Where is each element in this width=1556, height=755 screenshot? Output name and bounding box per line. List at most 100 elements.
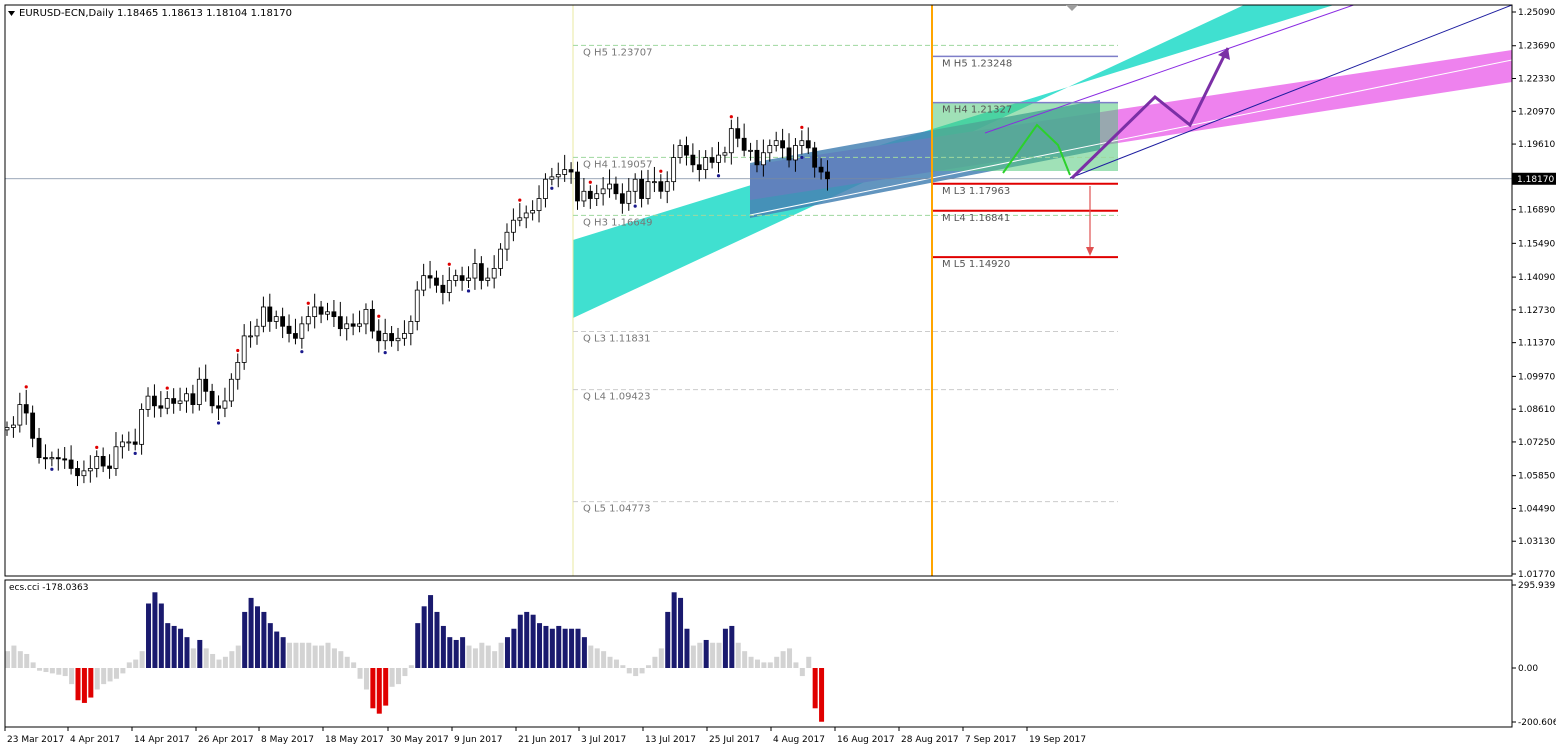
candle-body [587, 190, 593, 199]
candle-body [36, 437, 42, 458]
q-level-l3-label: Q L3 1.11831 [583, 334, 651, 345]
ohlc-values: 1.18465 1.18613 1.18104 1.18170 [117, 8, 292, 19]
fractal-down-marker [383, 351, 387, 355]
cci-bar [504, 637, 510, 668]
cci-bar [11, 645, 17, 668]
candle-body [446, 280, 452, 293]
cci-bar [94, 668, 100, 690]
q-level-l4-label: Q L4 1.09423 [583, 392, 651, 403]
candle-body [825, 171, 830, 180]
m-level-h4-label: M H4 1.21327 [942, 105, 1012, 116]
cci-bar [562, 628, 568, 668]
x-tick-label: 19 Sep 2017 [1029, 735, 1086, 745]
candle-body [594, 193, 600, 199]
candle-body [773, 140, 779, 146]
fractal-up-marker [306, 301, 310, 305]
candle-body [331, 311, 337, 318]
candle-body [228, 378, 234, 402]
cci-bar [761, 662, 767, 668]
candle-body [741, 137, 747, 151]
candle-body [696, 164, 702, 171]
cci-bar [370, 668, 376, 709]
candle-body [421, 275, 427, 291]
candle-body [395, 337, 401, 342]
candle-body [382, 333, 388, 342]
cci-bar [280, 637, 286, 668]
cci-bar [389, 668, 395, 687]
candle-body [402, 333, 407, 339]
fractal-down-marker [50, 467, 54, 471]
candle-body [241, 335, 247, 363]
q-level-h4-label: Q H4 1.19057 [583, 159, 652, 170]
candle-body [17, 404, 23, 426]
cci-bar [697, 642, 703, 668]
cci-bar [190, 648, 196, 668]
candle-body [658, 181, 664, 192]
y-tick-label: 1.20970 [1518, 107, 1555, 117]
x-tick-label: 8 May 2017 [261, 735, 314, 745]
cci-bar [447, 637, 453, 668]
candle-body [376, 330, 382, 342]
cci-bar [626, 668, 632, 674]
cci-bar [158, 603, 164, 668]
cci-bar [716, 642, 722, 668]
fractal-down-marker [466, 289, 471, 293]
cci-bar [312, 645, 318, 668]
cci-bar [453, 639, 459, 668]
fractal-down-marker [716, 174, 721, 178]
cci-bar [524, 611, 530, 668]
candle-body [677, 145, 683, 158]
candle-body [760, 152, 766, 166]
cci-bar [43, 668, 49, 673]
candle-body [684, 145, 689, 156]
cci-bar [678, 597, 684, 668]
m-level-l3-label: M L3 1.17963 [942, 186, 1010, 197]
cci-bar [428, 595, 434, 668]
candle-body [459, 275, 465, 281]
cci-bar [492, 651, 498, 668]
cci-bar [799, 668, 805, 677]
candle-body [440, 284, 446, 293]
cci-bar [466, 645, 472, 668]
candle-body [671, 157, 677, 183]
m-level-l4-label: M L4 1.16841 [942, 213, 1010, 224]
cci-bar [511, 628, 517, 668]
cci-bar [210, 653, 216, 668]
cci-bar [646, 665, 651, 668]
candle-body [812, 147, 818, 168]
fractal-up-marker [800, 125, 804, 129]
symbol-label[interactable]: EURUSD-ECN,Daily [19, 8, 114, 19]
candle-body [23, 404, 29, 414]
cci-bar [56, 668, 62, 675]
cci-tick-label: 295.9391 [1518, 581, 1556, 591]
cci-bar [543, 625, 549, 668]
candle-body [709, 157, 715, 163]
cci-bar [30, 662, 36, 668]
y-tick-label: 1.16890 [1518, 206, 1555, 216]
cci-bar [5, 651, 10, 668]
cci-bar [229, 651, 235, 668]
cci-bar [581, 637, 587, 668]
candle-body [805, 140, 811, 149]
candle-body [530, 210, 536, 214]
y-tick-label: 1.14090 [1518, 273, 1555, 283]
candle-body [145, 395, 151, 410]
candle-body [55, 457, 61, 460]
cci-bar [684, 628, 690, 668]
cci-bar [171, 625, 177, 668]
candle-body [216, 405, 221, 409]
cci-bar [703, 639, 709, 668]
candle-body [30, 412, 36, 439]
y-tick-label: 1.19610 [1518, 140, 1555, 150]
x-tick-label: 3 Jul 2017 [581, 735, 626, 745]
cci-bar [287, 642, 293, 668]
cci-bar [575, 628, 581, 668]
cci-bar [178, 628, 184, 668]
cci-bar [812, 668, 818, 709]
candle-body [222, 400, 228, 409]
cci-bar [126, 662, 132, 668]
cci-bar [152, 592, 158, 668]
fractal-down-marker [300, 350, 304, 354]
candle-body [799, 140, 805, 146]
x-tick-label: 14 Apr 2017 [134, 735, 190, 745]
